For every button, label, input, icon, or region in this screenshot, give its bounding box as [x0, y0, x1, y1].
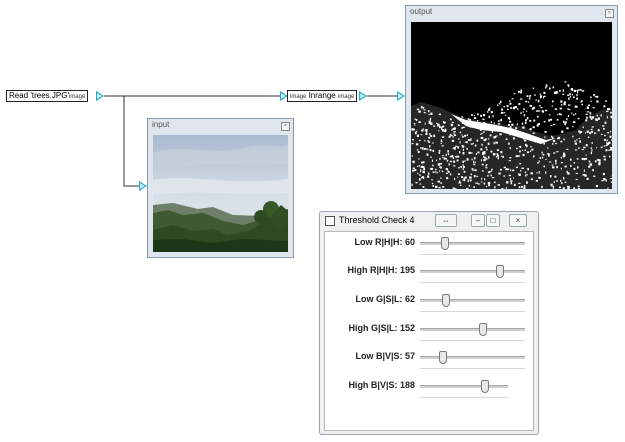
- slider-thumb[interactable]: [440, 237, 449, 250]
- close-icon[interactable]: ×: [509, 214, 527, 227]
- read-node[interactable]: Read 'trees.JPG'image: [6, 90, 89, 102]
- input-viewer-title: input: [152, 120, 170, 129]
- output-mask-image: [411, 22, 612, 189]
- slider-tick-line: [420, 311, 525, 312]
- output-viewer-close-icon[interactable]: ×: [605, 9, 614, 18]
- slider-tick-line: [420, 368, 525, 369]
- window-icon: [325, 216, 335, 226]
- slider-row: High B|V|S: 188: [325, 380, 531, 406]
- read-node-label: Read 'trees.JPG': [9, 91, 69, 100]
- slider-label: High G|S|L: 152: [348, 323, 415, 333]
- slider-row: High G|S|L: 152: [325, 323, 531, 349]
- slider-row: Low B|V|S: 57: [325, 351, 531, 377]
- read-output-port-icon[interactable]: [96, 91, 104, 101]
- slider-track[interactable]: [420, 242, 525, 245]
- inrange-output-port-icon[interactable]: [359, 91, 367, 101]
- restore-icon[interactable]: ⇔: [435, 214, 457, 227]
- slider-tick-line: [420, 282, 525, 283]
- slider-track[interactable]: [420, 328, 525, 331]
- slider-thumb[interactable]: [439, 351, 448, 364]
- slider-panel: Low R|H|H: 60 High R|H|H: 195 Low G|S|L: 6…: [324, 231, 534, 431]
- slider-label: Low R|H|H: 60: [354, 237, 415, 247]
- read-node-output-port: image: [68, 94, 86, 100]
- slider-label: High B|V|S: 188: [348, 380, 415, 390]
- wire-read-to-input: [123, 96, 139, 187]
- slider-track[interactable]: [420, 385, 508, 388]
- slider-row: High R|H|H: 195: [325, 265, 531, 291]
- slider-tick-line: [420, 254, 525, 255]
- dialog-title: Threshold Check 4: [339, 215, 415, 225]
- maximize-icon[interactable]: □: [486, 214, 500, 227]
- slider-label: High R|H|H: 195: [347, 265, 415, 275]
- slider-track[interactable]: [420, 299, 525, 302]
- input-viewer-close-icon[interactable]: ×: [281, 122, 290, 131]
- input-image: [153, 135, 288, 252]
- slider-label: Low G|S|L: 62: [355, 294, 415, 304]
- slider-tick-line: [420, 397, 508, 398]
- slider-track[interactable]: [420, 356, 525, 359]
- dialog-title-bar[interactable]: Threshold Check 4 ⇔ – □ ×: [320, 212, 538, 228]
- output-viewer[interactable]: output ×: [405, 5, 618, 194]
- input-viewer[interactable]: input ×: [147, 118, 294, 258]
- threshold-dialog[interactable]: Threshold Check 4 ⇔ – □ × Low R|H|H: 60 H…: [319, 211, 539, 435]
- inrange-node-input-port: image: [290, 94, 307, 100]
- inrange-node-output-port: image: [337, 94, 355, 100]
- input-viewer-port-icon[interactable]: [139, 181, 147, 191]
- slider-thumb[interactable]: [480, 380, 489, 393]
- slider-thumb[interactable]: [441, 294, 450, 307]
- minimize-icon[interactable]: –: [471, 214, 485, 227]
- slider-thumb[interactable]: [478, 323, 487, 336]
- slider-row: Low G|S|L: 62: [325, 294, 531, 320]
- slider-tick-line: [420, 340, 525, 341]
- output-viewer-title: output: [410, 7, 433, 16]
- inrange-node-label: Inrange: [308, 91, 336, 100]
- slider-track[interactable]: [420, 270, 525, 273]
- slider-thumb[interactable]: [496, 265, 505, 278]
- slider-label: Low B|V|S: 57: [355, 351, 415, 361]
- inrange-node[interactable]: image Inrange image: [287, 90, 358, 102]
- output-viewer-port-icon[interactable]: [397, 91, 405, 101]
- slider-row: Low R|H|H: 60: [325, 237, 531, 263]
